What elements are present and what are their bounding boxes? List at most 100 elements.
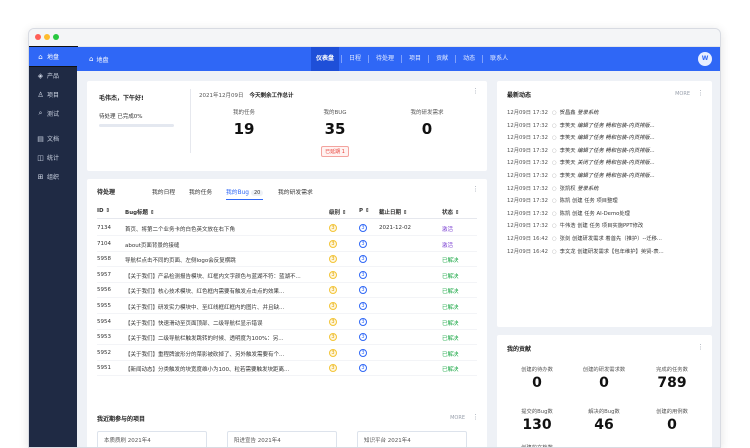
sidebar-item[interactable]: ▤ 文档	[29, 129, 77, 148]
nav-tab[interactable]: 联系人	[485, 47, 513, 71]
table-row[interactable]: 5953 【关于我们】二级导航栏触发跳转的时候、透明度为100%：另... 3 3 已解…	[97, 330, 477, 346]
nav-tab[interactable]: 日程	[344, 47, 366, 71]
bug-title-link[interactable]: 【关于我们】快速滑动至页面顶部、二级导航栏显示错误	[125, 319, 317, 327]
home-label: 地盘	[96, 56, 109, 64]
activity-item[interactable]: 12月09日 17:32 ○ 张凯权 登录系统	[507, 184, 702, 196]
bug-title-link[interactable]: 【关于我们】产品检测报告模块、红框内文字颜色与蓝湖不符：蓝湖不...	[125, 272, 317, 280]
recent-projects-menu-icon[interactable]: ⋮	[472, 414, 479, 421]
contribution-label: 创建的用例数	[656, 409, 688, 415]
home-icon: ⌂	[89, 55, 94, 63]
activity-item[interactable]: 12月09日 17:32 ○ 陈凯 创建 任务 AI-Demo处理	[507, 209, 702, 221]
sidebar-item[interactable]: ♙ 项目	[29, 85, 77, 104]
top-navbar: ⌂ 地盘 仪表盘 日程 待处理 项目 贡献 动态 联系人 W	[77, 47, 720, 71]
bug-title-link[interactable]: 【关于我们】研发实力模块中、至红线框红框内的图片、并且缺...	[125, 303, 317, 311]
activity-object: 编辑了任务 畅和包装-内页排版...	[577, 135, 655, 142]
activity-item[interactable]: 12月09日 17:32 ○ 李笑天 编辑了任务 畅和包装-内页排版...	[507, 133, 702, 145]
project-card[interactable]: 阳进宣告 2021年4	[227, 431, 337, 447]
col-severity[interactable]: 级别 ⇕	[329, 208, 347, 216]
stat-my-bugs[interactable]: 我的BUG 35 已延期 1	[290, 108, 380, 157]
activity-item[interactable]: 12月09日 17:32 ○ 李笑天 编辑了任务 畅和包装-内页排版...	[507, 146, 702, 158]
priority-icon: 3	[359, 224, 367, 232]
bug-title-link[interactable]: 【关于我们】重程牌波形分的菜影被砍掉了、另外触发需要有个...	[125, 350, 317, 358]
table-row[interactable]: 7104 about页面背景的接缝 3 3 激活	[97, 237, 477, 252]
todo-tab-label: 我的Bug	[226, 190, 249, 196]
sidebar-item-label: 统计	[47, 155, 60, 162]
nav-separator	[341, 55, 343, 63]
activity-actor: 李笑天	[559, 147, 576, 154]
priority-icon: 3	[359, 255, 367, 264]
home-link[interactable]: ⌂ 地盘	[89, 55, 108, 64]
col-deadline[interactable]: 截止日期 ⇕	[379, 208, 408, 216]
stat-my-stories[interactable]: 我的研发需求 0	[382, 108, 472, 138]
activity-menu-icon[interactable]: ⋮	[697, 90, 704, 97]
sidebar-item[interactable]: ⌂ 地盘	[29, 46, 78, 67]
todo-tab[interactable]: 我的Bug 20	[226, 187, 264, 200]
bug-title-link[interactable]: about页面背景的接缝	[125, 241, 317, 249]
activity-action: 创建 任务 项目实施PPT修改	[577, 223, 644, 230]
close-window-icon[interactable]	[35, 34, 41, 40]
sidebar-item[interactable]: ⌕ 测试	[29, 104, 77, 123]
todo-title: 待处理	[97, 189, 116, 196]
bug-title-link[interactable]: 【关于我们】核心技术模块、红色框内需要有触发点击点的效果...	[125, 287, 317, 295]
activity-time: 12月09日 16:42	[507, 236, 549, 242]
timeline-dot-icon: ○	[552, 160, 557, 167]
table-row[interactable]: 7134 首页、将第二个业务卡的白色英文放在右下角 3 3 2021-12-02 激活	[97, 221, 477, 236]
col-status[interactable]: 状态 ⇕	[442, 208, 460, 216]
col-title[interactable]: Bug标题 ⇕	[125, 208, 317, 216]
table-row[interactable]: 5951 【新闻动态】分类触发的块宽度维小为100、粒若需要触发块距离... 3 3 已…	[97, 361, 477, 377]
contribution-stat: 提交的Bug数 130	[502, 407, 572, 433]
col-priority[interactable]: P ⇕	[359, 208, 370, 214]
table-row[interactable]: 5957 【关于我们】产品检测报告模块、红框内文字颜色与蓝湖不符：蓝湖不... 3 3…	[97, 268, 477, 283]
bug-id: 5956	[97, 287, 111, 294]
user-avatar[interactable]: W	[698, 52, 712, 66]
activity-item[interactable]: 12月09日 17:32 ○ 李笑天 编辑了任务 畅和包装-内页排版...	[507, 121, 702, 133]
bug-title-link[interactable]: 【关于我们】二级导航栏触发跳转的时候、透明度为100%：另...	[125, 334, 317, 342]
todo-tab[interactable]: 我的研发需求	[278, 187, 313, 196]
activity-item[interactable]: 12月09日 16:42 ○ 李文龙 创建研发需求【包年维护】英贤-表...	[507, 247, 702, 259]
activity-item[interactable]: 12月09日 17:32 ○ 李笑天 关闭了任务 畅和包装-内页排版...	[507, 158, 702, 170]
todo-menu-icon[interactable]: ⋮	[472, 186, 479, 193]
timeline-dot-icon: ○	[552, 122, 557, 129]
activity-time: 12月09日 17:32	[507, 110, 549, 116]
minimize-window-icon[interactable]	[44, 34, 50, 40]
nav-tab[interactable]: 动态	[458, 47, 480, 71]
activity-item[interactable]: 12月09日 17:32 ○ 贺昌鑫 登录系统	[507, 108, 702, 120]
activity-item[interactable]: 12月09日 17:32 ○ 牛伟浩 创建 任务 项目实施PPT修改	[507, 221, 702, 233]
nav-tab[interactable]: 仪表盘	[311, 47, 340, 71]
sidebar-item[interactable]: ◈ 产品	[29, 66, 77, 85]
activity-item[interactable]: 12月09日 17:32 ○ 李笑天 编辑了任务 畅和包装-内页排版...	[507, 171, 702, 183]
nav-tab[interactable]: 项目	[404, 47, 426, 71]
sidebar-item-label: 地盘	[47, 54, 60, 61]
sidebar-item[interactable]: ⊞ 组织	[29, 167, 77, 186]
activity-more-link[interactable]: MORE	[675, 91, 690, 97]
nav-tab[interactable]: 待处理	[371, 47, 399, 71]
severity-icon: 3	[329, 239, 337, 248]
col-id[interactable]: ID ⇕	[97, 208, 121, 214]
sidebar-item[interactable]: ◫ 统计	[29, 148, 77, 167]
table-row[interactable]: 5956 【关于我们】核心技术模块、红色框内需要有触发点击点的效果... 3 3 已解决	[97, 283, 477, 299]
recent-projects-more-link[interactable]: MORE	[450, 415, 465, 421]
todo-tab[interactable]: 我的日程	[152, 187, 175, 196]
project-icon: ♙	[37, 90, 44, 99]
activity-item[interactable]: 12月09日 16:42 ○ 张剑 创建研发需求 着首先（推护）--迁移...	[507, 234, 702, 246]
table-row[interactable]: 5955 【关于我们】研发实力模块中、至红线框红框内的图片、并且缺... 3 3 已解决	[97, 299, 477, 314]
stat-label: 我的BUG	[323, 110, 347, 116]
table-row[interactable]: 5958 导航栏点击不同的页面、左侧logo会反复横跳 3 3 已解决	[97, 252, 477, 268]
bug-title-link[interactable]: 【新闻动态】分类触发的块宽度维小为100、粒若需要触发块距离...	[125, 365, 317, 373]
activity-item[interactable]: 12月09日 17:32 ○ 陈凯 创建 任务 项目整理	[507, 196, 702, 208]
stat-my-tasks[interactable]: 我的任务 19	[199, 108, 289, 138]
severity-icon: 3	[329, 348, 337, 357]
table-row[interactable]: 5952 【关于我们】重程牌波形分的菜影被砍掉了、另外触发需要有个... 3 3 已解决	[97, 346, 477, 361]
nav-tab[interactable]: 贡献	[431, 47, 453, 71]
contribution-menu-icon[interactable]: ⋮	[697, 344, 704, 351]
maximize-window-icon[interactable]	[53, 34, 59, 40]
welcome-menu-icon[interactable]: ⋮	[472, 88, 479, 95]
todo-tab[interactable]: 我的任务	[189, 187, 212, 196]
project-card[interactable]: 知识平台 2021年4	[357, 431, 467, 447]
table-row[interactable]: 5954 【关于我们】快速滑动至页面顶部、二级导航栏显示错误 3 3 已解决	[97, 315, 477, 330]
contribution-value: 130	[522, 417, 552, 433]
bug-title-link[interactable]: 导航栏点击不同的页面、左侧logo会反复横跳	[125, 256, 317, 264]
project-card[interactable]: 本质质刷 2021年4	[97, 431, 207, 447]
activity-action: 创建 任务 项目整理	[571, 198, 618, 205]
bug-title-link[interactable]: 首页、将第二个业务卡的白色英文放在右下角	[125, 225, 317, 233]
